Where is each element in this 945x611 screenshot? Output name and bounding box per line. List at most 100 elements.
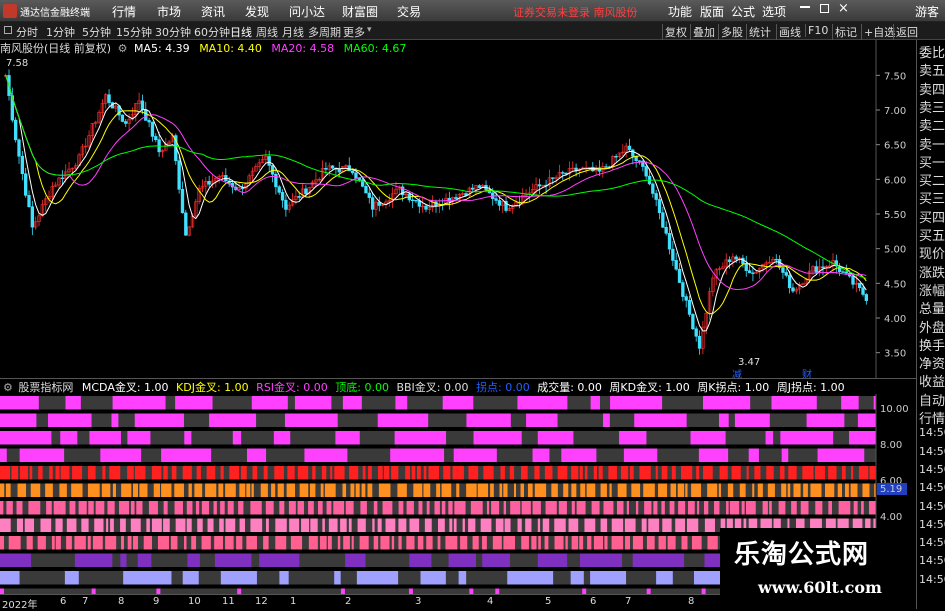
side-panel-item[interactable]: 行情 xyxy=(919,408,945,427)
draw-line-button[interactable]: 画线 xyxy=(776,24,801,40)
side-panel-item[interactable]: 14:50 xyxy=(919,481,945,494)
menu-discover[interactable]: 发现 xyxy=(245,3,269,20)
side-panel-item[interactable]: 14:50 xyxy=(919,463,945,476)
side-panel-item[interactable]: 14:50 xyxy=(919,554,945,567)
settings-icon[interactable]: ⚙ xyxy=(118,42,128,55)
tab-30min[interactable]: 30分钟 xyxy=(155,24,191,40)
back-button[interactable]: 返回 xyxy=(893,24,918,40)
indicator-signal-bar xyxy=(337,536,341,550)
indicator-signal-bar xyxy=(731,466,741,480)
side-panel-item[interactable]: 涨跌 xyxy=(919,262,945,281)
tab-daily[interactable]: 日线 xyxy=(230,24,252,40)
tab-5min[interactable]: 5分钟 xyxy=(82,24,111,40)
mark-button[interactable]: 标记 xyxy=(832,24,857,40)
f10-button[interactable]: F10 xyxy=(805,24,828,37)
menu-function[interactable]: 功能 xyxy=(668,3,692,20)
side-panel-item[interactable]: 14:50 xyxy=(919,536,945,549)
side-panel-item[interactable]: 卖二 xyxy=(919,115,945,134)
side-panel-item[interactable]: 外盘 xyxy=(919,317,945,336)
side-panel-item[interactable]: 现价 xyxy=(919,243,945,262)
side-panel-item[interactable]: 委比 xyxy=(919,42,945,61)
title-bar: 通达信金融终端 行情 市场 资讯 发现 问小达 财富圈 交易 证券交易未登录 南… xyxy=(0,0,945,22)
indicator-settings-icon[interactable]: ⚙ xyxy=(3,381,13,394)
menu-options[interactable]: 选项 xyxy=(762,3,786,20)
stats-button[interactable]: 统计 xyxy=(746,24,771,40)
adjust-button[interactable]: 复权 xyxy=(662,24,687,40)
side-panel-item[interactable]: 买五 xyxy=(919,225,945,244)
side-panel-item[interactable]: 买三 xyxy=(919,188,945,207)
tab-15min[interactable]: 15分钟 xyxy=(116,24,152,40)
tab-multi-period[interactable]: 多周期 xyxy=(308,24,341,40)
side-panel-item[interactable]: 14:50 xyxy=(919,445,945,458)
menu-quotes[interactable]: 行情 xyxy=(112,3,136,20)
tab-1min[interactable]: 1分钟 xyxy=(46,24,75,40)
indicator-signal-bar xyxy=(685,483,688,497)
guest-user[interactable]: 游客 xyxy=(915,3,939,20)
side-panel-item[interactable]: 买一 xyxy=(919,152,945,171)
indicator-signal-bar xyxy=(236,536,243,550)
candle-body xyxy=(14,119,18,141)
side-panel-item[interactable]: 14:50 xyxy=(919,426,945,439)
indicator-signal-bar xyxy=(697,501,700,515)
side-panel-item[interactable]: 买四 xyxy=(919,207,945,226)
indicator-signal-bar xyxy=(644,501,652,515)
tab-intraday[interactable]: 分时 xyxy=(16,24,38,40)
side-panel-item[interactable]: 涨幅 xyxy=(919,280,945,299)
add-watchlist-button[interactable]: +自选 xyxy=(861,24,895,40)
candle-body xyxy=(791,287,795,292)
indicator-signal-bar xyxy=(130,501,135,515)
indicator-signal-bar xyxy=(20,466,28,480)
indicator-signal-bar xyxy=(53,501,66,515)
indicator-signal-bar xyxy=(95,501,105,515)
indicator-signal-bar xyxy=(163,518,170,532)
side-panel-item[interactable]: 换手 xyxy=(919,335,945,354)
side-panel-item[interactable]: 总量 xyxy=(919,298,945,317)
multi-stock-button[interactable]: 多股 xyxy=(718,24,743,40)
grid-icon[interactable] xyxy=(4,26,12,34)
side-panel-item[interactable]: 14:50 xyxy=(919,518,945,531)
side-panel-item[interactable]: 买二 xyxy=(919,170,945,189)
indicator-signal-bar xyxy=(205,483,217,497)
indicator-signal-bar xyxy=(30,483,41,497)
tab-60min[interactable]: 60分钟 xyxy=(194,24,230,40)
indicator-signal-bar xyxy=(448,553,476,567)
minimize-icon[interactable] xyxy=(800,6,810,8)
maximize-icon[interactable] xyxy=(820,4,829,13)
side-panel-item[interactable]: 卖三 xyxy=(919,97,945,116)
side-panel-item[interactable]: 收益 xyxy=(919,371,945,390)
indicator-signal-bar xyxy=(266,518,269,532)
menu-market[interactable]: 市场 xyxy=(157,3,181,20)
tab-more[interactable]: 更多 xyxy=(343,24,365,40)
indicator-signal-bar xyxy=(571,501,575,515)
side-panel-item[interactable]: 14:50 xyxy=(919,573,945,586)
login-notice[interactable]: 证券交易未登录 南风股份 xyxy=(513,4,638,20)
side-panel-item[interactable]: 14:50 xyxy=(919,500,945,513)
menu-trade[interactable]: 交易 xyxy=(397,3,421,20)
tab-weekly[interactable]: 周线 xyxy=(256,24,278,40)
indicator-signal-bar xyxy=(486,501,490,515)
indicator-signal-bar xyxy=(377,466,383,480)
side-panel-item[interactable]: 净资 xyxy=(919,353,945,372)
candle-body xyxy=(667,233,672,250)
tab-monthly[interactable]: 月线 xyxy=(282,24,304,40)
kline-chart[interactable]: 7.50 7.00 6.50 6.00 5.50 5.00 4.50 4.00 3.50 xyxy=(0,40,916,378)
menu-layout[interactable]: 版面 xyxy=(700,3,724,20)
indicator-signal-bar xyxy=(448,501,453,515)
menu-news[interactable]: 资讯 xyxy=(201,3,225,20)
indicator-signal-bar xyxy=(277,483,284,497)
menu-formula[interactable]: 公式 xyxy=(731,3,755,20)
overlay-button[interactable]: 叠加 xyxy=(690,24,715,40)
chevron-down-icon[interactable]: ▾ xyxy=(367,25,372,35)
close-icon[interactable]: × xyxy=(838,1,849,16)
indicator-signal-bar xyxy=(611,518,624,532)
menu-wealth[interactable]: 财富圈 xyxy=(342,3,378,20)
side-panel-item[interactable]: 卖四 xyxy=(919,79,945,98)
indicator-signal-bar xyxy=(359,536,369,550)
high-price-label: 7.58 xyxy=(6,58,29,69)
side-panel-item[interactable]: 卖五 xyxy=(919,60,945,79)
menu-ask[interactable]: 问小达 xyxy=(289,3,325,20)
side-panel-item[interactable]: 卖一 xyxy=(919,134,945,153)
indicator-signal-bar xyxy=(729,501,740,515)
indicator-name[interactable]: 股票指标网 xyxy=(18,381,73,394)
side-panel-item[interactable]: 自动 xyxy=(919,390,945,409)
